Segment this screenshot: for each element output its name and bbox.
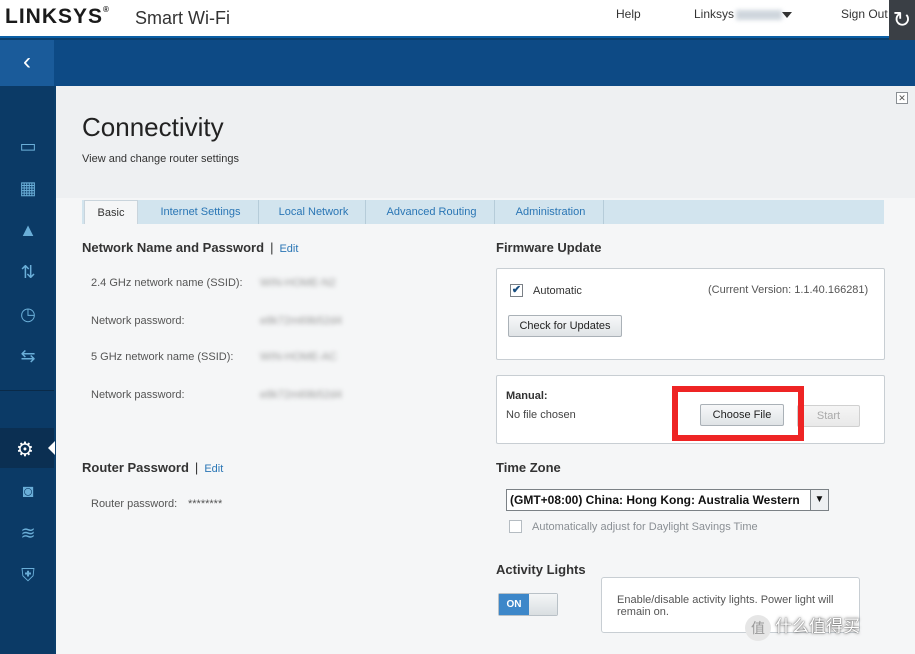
router-password-separator: | (194, 460, 199, 475)
header-band (0, 40, 915, 86)
tab-advanced-routing[interactable]: Advanced Routing (369, 200, 495, 224)
network-section-heading: Network Name and Password | Edit (82, 240, 298, 255)
ethernet-icon[interactable]: ⇆ (16, 345, 40, 367)
wifi-settings-icon[interactable]: ≋ (16, 522, 40, 544)
tab-basic[interactable]: Basic (84, 200, 138, 224)
ssid-5-value: WIN-HOME-AC (260, 351, 337, 363)
automatic-label: Automatic (533, 285, 582, 297)
network-edit-link[interactable]: Edit (279, 243, 298, 255)
devices-icon[interactable]: ▭ (16, 135, 40, 157)
refresh-icon[interactable]: ↻ (889, 0, 915, 40)
camera-icon[interactable]: ◙ (16, 480, 40, 502)
router-password-edit-link[interactable]: Edit (204, 463, 223, 475)
help-link[interactable]: Help (616, 7, 641, 21)
ssid-24-value: WIN-HOME-N2 (260, 277, 336, 289)
automatic-checkbox[interactable]: ✔ (510, 284, 523, 297)
time-zone-heading: Time Zone (496, 460, 561, 475)
sidebar-divider (0, 390, 54, 391)
sidebar-item-settings[interactable]: ⚙ (0, 428, 55, 468)
speed-icon[interactable]: ◷ (16, 303, 40, 325)
chevron-down-icon[interactable] (782, 12, 792, 18)
tab-internet-settings[interactable]: Internet Settings (143, 200, 259, 224)
watermark-badge: 值 (745, 614, 771, 641)
dst-checkbox[interactable] (509, 520, 522, 533)
password-5-value: e8k72m69b52d4 (260, 389, 342, 401)
time-zone-select[interactable]: (GMT+08:00) China: Hong Kong: Australia … (506, 489, 829, 511)
firmware-heading: Firmware Update (496, 240, 602, 255)
back-button[interactable]: ‹ (0, 40, 54, 86)
password-24-value: e8k72m69b52d4 (260, 315, 342, 327)
time-zone-value: (GMT+08:00) China: Hong Kong: Australia … (510, 493, 800, 507)
highlight-frame (672, 386, 804, 441)
watermark: 值什么值得买 (745, 612, 860, 641)
file-status: No file chosen (506, 409, 576, 421)
start-button[interactable]: Start (797, 405, 860, 427)
check-for-updates-button[interactable]: Check for Updates (508, 315, 622, 337)
top-bar: LINKSYS® Smart Wi-Fi Help Linksys Sign O… (0, 0, 915, 40)
router-password-heading: Router Password | Edit (82, 460, 223, 475)
priority-icon[interactable]: ⇅ (16, 261, 40, 283)
chevron-down-icon: ▼ (810, 490, 828, 510)
alert-icon[interactable]: ▲ (16, 219, 40, 241)
toggle-on-label: ON (499, 594, 529, 615)
active-notch (48, 441, 55, 455)
router-password-value: ******** (188, 498, 223, 510)
user-menu[interactable]: Linksys (694, 7, 783, 21)
network-heading-separator: | (270, 240, 274, 255)
tab-administration[interactable]: Administration (498, 200, 604, 224)
dst-label: Automatically adjust for Daylight Saving… (532, 521, 758, 533)
manual-label: Manual: (506, 390, 548, 402)
ssid-5-label: 5 GHz network name (SSID): (91, 351, 234, 363)
page-title: Connectivity (82, 112, 224, 142)
password-24-label: Network password: (91, 315, 185, 327)
activity-lights-toggle[interactable]: ON (498, 593, 558, 616)
password-5-label: Network password: (91, 389, 185, 401)
firmware-auto-box (496, 268, 885, 360)
tab-local-network[interactable]: Local Network (262, 200, 366, 224)
user-name-redacted (736, 9, 783, 20)
ssid-24-label: 2.4 GHz network name (SSID): (91, 277, 243, 289)
close-icon[interactable]: ✕ (896, 92, 908, 104)
toggle-knob (529, 594, 557, 615)
security-icon[interactable]: ⛨ (16, 564, 40, 586)
network-map-icon[interactable]: ▦ (16, 177, 40, 199)
settings-icon: ⚙ (16, 439, 34, 461)
activity-lights-heading: Activity Lights (496, 562, 586, 577)
linksys-logo: LINKSYS® (5, 5, 110, 28)
sign-out-link[interactable]: Sign Out (841, 7, 888, 21)
app-name: Smart Wi-Fi (135, 8, 230, 28)
user-name: Linksys (694, 7, 735, 21)
network-heading-text: Network Name and Password (82, 240, 265, 255)
current-version: (Current Version: 1.1.40.166281) (708, 284, 869, 296)
watermark-text: 什么值得买 (775, 617, 860, 636)
page-subtitle: View and change router settings (82, 153, 239, 165)
router-password-label: Router password: (91, 498, 178, 510)
router-password-heading-text: Router Password (82, 460, 189, 475)
